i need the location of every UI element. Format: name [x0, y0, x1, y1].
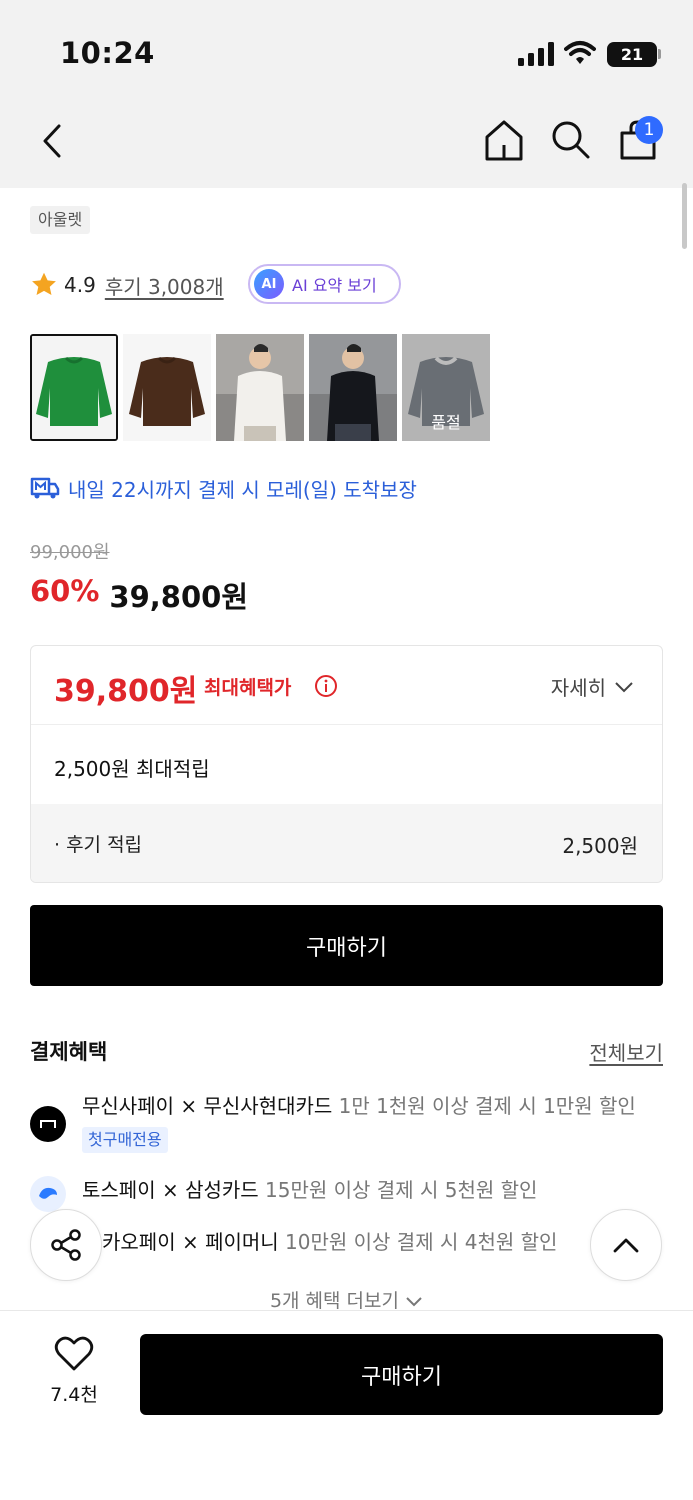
payment-benefit-name: 토스페이 × 삼성카드: [82, 1178, 259, 1202]
musinsa-pay-logo-icon: [30, 1106, 66, 1142]
payment-benefit-text: 무신사페이 × 무신사현대카드 1만 1천원 이상 결제 시 1만원 할인 첫구…: [82, 1090, 663, 1154]
search-icon[interactable]: [551, 120, 591, 160]
ai-badge-icon: AI: [254, 269, 284, 299]
cart-count-badge: 1: [635, 116, 663, 144]
color-thumb-green[interactable]: [30, 334, 118, 441]
rating-score: 4.9: [64, 273, 96, 297]
payment-benefit-text: 카오페이 × 페이머니 10만원 이상 결제 시 4천원 할인: [102, 1226, 557, 1258]
reviews-link[interactable]: 후기 3,008개: [105, 271, 224, 300]
star-icon: [32, 272, 56, 296]
payment-benefit-desc: 10만원 이상 결제 시 4천원 할인: [285, 1230, 558, 1254]
toss-pay-logo-icon: [30, 1176, 66, 1212]
payment-benefit-item[interactable]: 토스페이 × 삼성카드 15만원 이상 결제 시 5천원 할인: [30, 1174, 663, 1212]
ai-summary-button[interactable]: AI AI 요약 보기: [248, 264, 401, 304]
payment-benefit-name: 무신사페이 × 무신사현대카드: [82, 1094, 333, 1118]
status-time: 10:24: [60, 36, 155, 70]
payment-benefit-item[interactable]: 카오페이 × 페이머니 10만원 이상 결제 시 4천원 할인: [86, 1226, 606, 1258]
signal-icon: [518, 42, 554, 66]
max-benefit-label: 최대혜택가: [204, 677, 292, 699]
like-count: 7.4천: [50, 1384, 98, 1406]
brand-tag[interactable]: 아울렛: [30, 206, 91, 234]
info-icon[interactable]: [314, 674, 338, 698]
review-points-label: · 후기 적립: [54, 834, 143, 856]
payment-benefit-desc: 15만원 이상 결제 시 5천원 할인: [265, 1178, 538, 1202]
delivery-truck-icon: [30, 477, 60, 499]
color-options: 품절: [30, 334, 490, 441]
heart-icon: [54, 1336, 94, 1371]
wifi-icon: [564, 41, 596, 64]
payment-benefit-item[interactable]: 무신사페이 × 무신사현대카드 1만 1천원 이상 결제 시 1만원 할인 첫구…: [30, 1090, 663, 1154]
delivery-guarantee[interactable]: 내일 22시까지 결제 시 모레(일) 도착보장: [30, 472, 417, 504]
scroll-top-button[interactable]: [590, 1209, 662, 1281]
payment-benefit-text: 토스페이 × 삼성카드 15만원 이상 결제 시 5천원 할인: [82, 1174, 537, 1212]
payment-benefit-name: 카오페이 × 페이머니: [102, 1230, 279, 1254]
scrollbar[interactable]: [682, 183, 687, 249]
more-benefits-label: 5개 혜택 더보기: [269, 1290, 399, 1312]
battery-indicator: 21: [607, 42, 657, 67]
battery-cap: [658, 49, 661, 59]
view-all-link[interactable]: 전체보기: [589, 1037, 663, 1066]
detail-label: 자세히: [550, 676, 606, 700]
discount-percent: 60%: [30, 574, 100, 608]
share-icon: [51, 1229, 81, 1261]
review-points-row: · 후기 적립 2,500원: [31, 804, 662, 882]
original-price: 99,000원: [30, 542, 110, 563]
max-benefit-price: 39,800원: [54, 674, 198, 709]
ai-summary-label: AI 요약 보기: [292, 276, 377, 295]
chevron-up-icon: [613, 1238, 639, 1253]
black-sweater-model-image: [309, 334, 397, 441]
color-thumb-brown[interactable]: [123, 334, 211, 441]
white-sweater-model-image: [216, 334, 304, 441]
more-benefits-toggle[interactable]: 5개 혜택 더보기: [0, 1286, 693, 1313]
back-arrow-icon[interactable]: [40, 122, 64, 160]
payment-benefits-title: 결제혜택: [30, 1040, 108, 1064]
soldout-label: 품절: [431, 413, 461, 432]
buy-button[interactable]: 구매하기: [30, 905, 663, 986]
first-purchase-tag: 첫구매전용: [82, 1126, 168, 1153]
share-button[interactable]: [30, 1209, 102, 1281]
chevron-down-icon: [406, 1297, 422, 1307]
max-points-text: 2,500원 최대적립: [54, 757, 210, 781]
delivery-text: 내일 22시까지 결제 시 모레(일) 도착보장: [68, 477, 417, 502]
home-icon[interactable]: [484, 119, 524, 161]
color-thumb-grey-soldout[interactable]: 품절: [402, 334, 490, 441]
like-button[interactable]: 7.4천: [44, 1336, 104, 1407]
review-points-value: 2,500원: [562, 834, 638, 858]
points-row: 2,500원 최대적립: [31, 725, 662, 804]
bottom-buy-button[interactable]: 구매하기: [140, 1334, 663, 1415]
payment-benefit-desc: 1만 1천원 이상 결제 시 1만원 할인: [338, 1094, 636, 1118]
color-thumb-white-model[interactable]: [216, 334, 304, 441]
rating-row: 4.9 후기 3,008개: [30, 268, 224, 302]
detail-toggle[interactable]: 자세히: [551, 672, 634, 701]
benefit-box: 39,800원 최대혜택가 자세히 2,500원 최대적립 · 후기 적립 2,…: [30, 645, 663, 883]
color-thumb-black-model[interactable]: [309, 334, 397, 441]
max-benefit-row[interactable]: 39,800원 최대혜택가 자세히: [31, 646, 662, 725]
sale-price: 39,800원: [109, 580, 249, 614]
brown-sweater-image: [123, 334, 211, 441]
chevron-down-icon: [615, 681, 633, 692]
price-row: 60% 39,800원: [30, 574, 248, 616]
green-sweater-image: [32, 336, 116, 439]
